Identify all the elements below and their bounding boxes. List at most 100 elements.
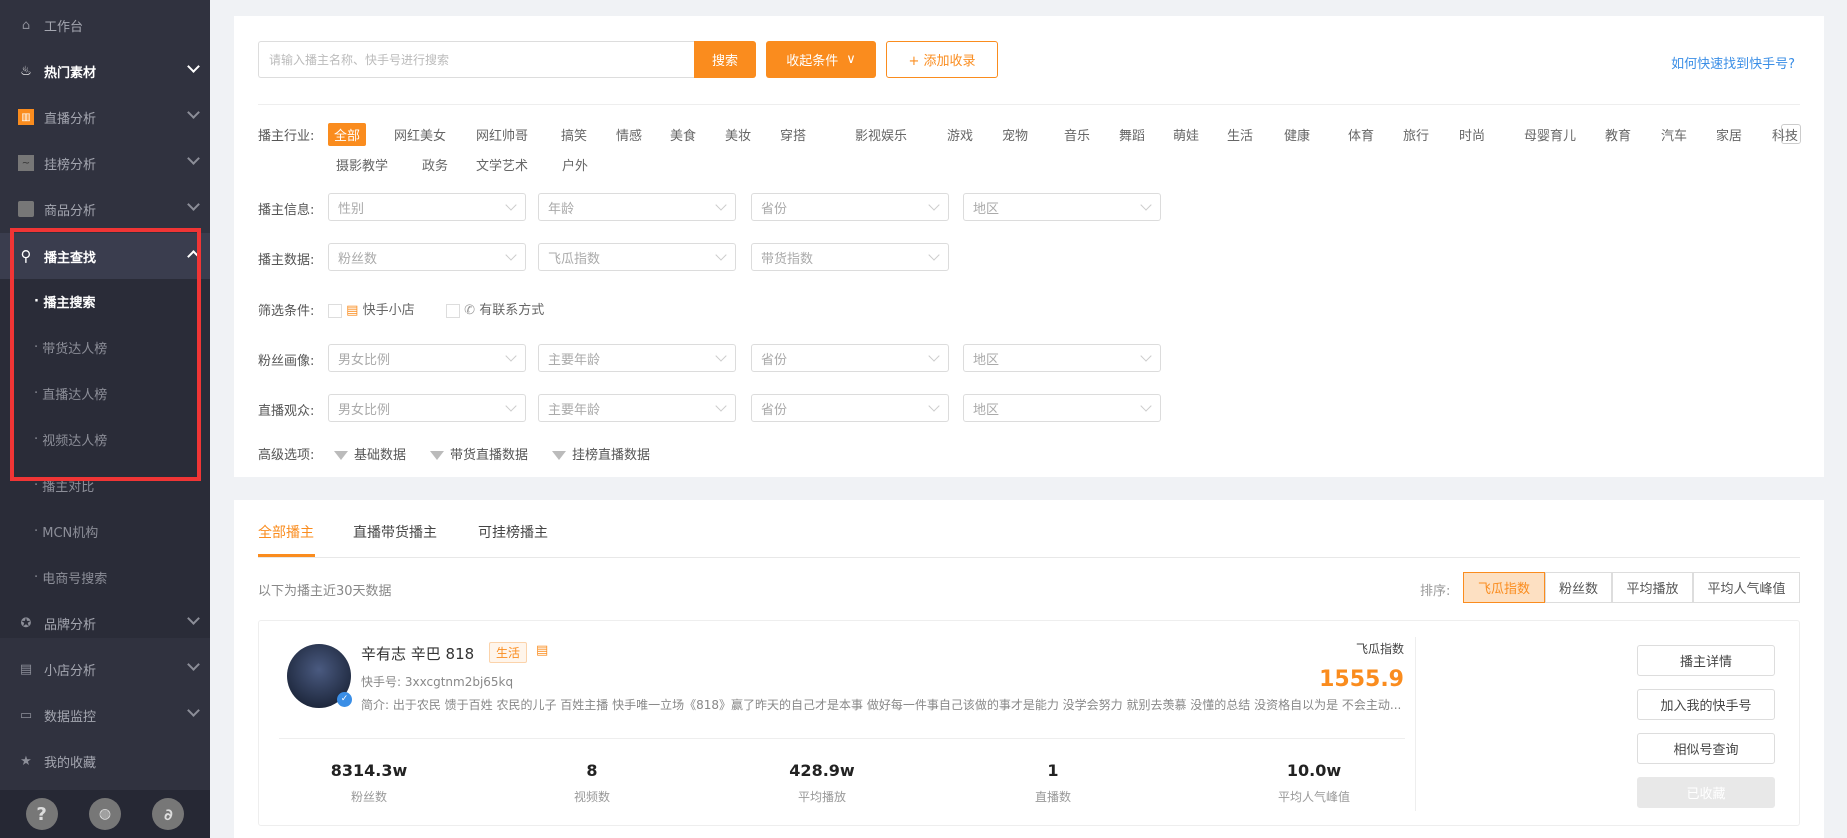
sidebar-item-shop[interactable]: ▤ 小店分析 — [0, 646, 210, 692]
industry-tag[interactable]: 穿搭 — [780, 125, 806, 144]
aud-select[interactable]: 主要年龄 — [538, 394, 736, 422]
monitor-icon: ▭ — [19, 707, 33, 723]
industry-tag[interactable]: 汽车 — [1661, 125, 1687, 144]
link-icon[interactable]: ∂ — [152, 798, 185, 830]
chevron-down-icon — [187, 152, 200, 165]
streamer-card: ✓ 辛有志 辛巴 818 生活 ▤ 快手号: 3xxcgtnm2bj65kq 简… — [258, 620, 1800, 826]
help-link[interactable]: 如何快速找到快手号? — [1671, 53, 1795, 72]
industry-tag[interactable]: 音乐 — [1064, 125, 1090, 144]
info-select[interactable]: 性别 — [328, 193, 526, 221]
sidebar-item-monitor[interactable]: ▭ 数据监控 — [0, 692, 210, 738]
data-label: 播主数据: — [258, 253, 315, 268]
fan-select[interactable]: 地区 — [963, 344, 1161, 372]
industry-tag[interactable]: 家居 — [1716, 125, 1742, 144]
tab-rank[interactable]: 可挂榜播主 — [478, 522, 548, 542]
fan-select[interactable]: 主要年龄 — [538, 344, 736, 372]
industry-tag[interactable]: 影视娱乐 — [855, 125, 907, 144]
industry-tag[interactable]: 户外 — [562, 155, 588, 174]
info-select[interactable]: 省份 — [751, 193, 949, 221]
fan-select[interactable]: 省份 — [751, 344, 949, 372]
tab-all[interactable]: 全部播主 — [258, 522, 314, 542]
favorited-button[interactable]: 已收藏 — [1637, 777, 1775, 808]
industry-tag[interactable]: 搞笑 — [561, 125, 587, 144]
sidebar-subitem[interactable]: · 电商号搜索 — [0, 554, 210, 600]
checkbox[interactable] — [446, 303, 460, 318]
shop-icon: ▤ — [346, 303, 359, 318]
filter-shop[interactable]: ▤ 快手小店 — [328, 299, 415, 318]
industry-tag[interactable]: 美妆 — [725, 125, 751, 144]
info-label: 播主信息: — [258, 203, 315, 218]
adv-basic[interactable]: 基础数据 — [334, 444, 406, 463]
streamer-name[interactable]: 辛有志 辛巴 818 — [361, 643, 474, 664]
industry-tag[interactable]: 舞蹈 — [1119, 125, 1145, 144]
shop-icon: ▤ — [536, 643, 549, 658]
search-input[interactable]: 请输入播主名称、快手号进行搜索 — [258, 41, 694, 78]
industry-tag[interactable]: 摄影教学 — [336, 155, 388, 174]
sort-peak[interactable]: 平均人气峰值 — [1693, 572, 1800, 603]
industry-tag[interactable]: 网红帅哥 — [476, 125, 528, 144]
aud-select[interactable]: 地区 — [963, 394, 1161, 422]
industry-tag[interactable]: 旅行 — [1403, 125, 1429, 144]
aud-select[interactable]: 省份 — [751, 394, 949, 422]
sidebar-subitem[interactable]: · MCN机构 — [0, 508, 210, 554]
industry-tag[interactable]: 时尚 — [1459, 125, 1485, 144]
funnel-icon — [334, 451, 348, 460]
industry-tag[interactable]: 母婴育儿 — [1524, 125, 1576, 144]
sidebar-item-rank-analysis[interactable]: ~ 挂榜分析 — [0, 140, 210, 186]
industry-tag[interactable]: 生活 — [1227, 125, 1253, 144]
adv-rank[interactable]: 挂榜直播数据 — [552, 444, 650, 463]
search-button[interactable]: 搜索 — [694, 41, 756, 78]
adv-label: 高级选项: — [258, 448, 315, 463]
add-record-button[interactable]: + 添加收录 — [886, 41, 998, 78]
data-select[interactable]: 飞瓜指数 — [538, 243, 736, 271]
industry-tag[interactable]: 情感 — [616, 125, 642, 144]
help-icon[interactable]: ? — [25, 798, 58, 830]
streamer-intro: 简介: 出于农民 馈于百姓 农民的儿子 百姓主播 快手唯一立场《818》赢了昨天… — [361, 698, 1402, 712]
sort-feigua[interactable]: 飞瓜指数 — [1463, 572, 1545, 603]
adv-sales[interactable]: 带货直播数据 — [430, 444, 528, 463]
sidebar-item-live-analysis[interactable]: ▥ 直播分析 — [0, 94, 210, 140]
industry-tag[interactable]: 文学艺术 — [476, 155, 528, 174]
sort-fans[interactable]: 粉丝数 — [1545, 572, 1612, 603]
data-select[interactable]: 带货指数 — [751, 243, 949, 271]
collapse-button[interactable]: 收起条件 ∨ — [766, 41, 876, 78]
info-select[interactable]: 年龄 — [538, 193, 736, 221]
sidebar-item-favorites[interactable]: ★ 我的收藏 — [0, 738, 210, 784]
sidebar-footer: ? ◍ ∂ — [0, 790, 210, 838]
highlight-box — [10, 228, 201, 481]
aud-select[interactable]: 男女比例 — [328, 394, 526, 422]
detail-button[interactable]: 播主详情 — [1637, 645, 1775, 676]
chevron-down-icon — [187, 612, 200, 625]
sidebar-item-brand[interactable]: ✪ 品牌分析 — [0, 600, 210, 646]
industry-tag[interactable]: 政务 — [422, 155, 448, 174]
sidebar-item-workbench[interactable]: ⌂ 工作台 — [0, 2, 210, 48]
wechat-icon[interactable]: ◍ — [88, 798, 121, 830]
industry-tag[interactable]: 宠物 — [1002, 125, 1028, 144]
expand-industries-button[interactable]: ∨ — [1781, 124, 1801, 144]
data-select[interactable]: 粉丝数 — [328, 243, 526, 271]
similar-search-button[interactable]: 相似号查询 — [1637, 733, 1775, 764]
industry-tag[interactable]: 网红美女 — [394, 125, 446, 144]
industry-tag[interactable]: 体育 — [1348, 125, 1374, 144]
aud-label: 直播观众: — [258, 404, 315, 419]
industry-tag[interactable]: 萌娃 — [1173, 125, 1199, 144]
industry-tag[interactable]: 全部 — [328, 123, 367, 146]
fan-select[interactable]: 男女比例 — [328, 344, 526, 372]
industry-tag[interactable]: 教育 — [1605, 125, 1631, 144]
sidebar-item-hot-material[interactable]: ♨ 热门素材 — [0, 48, 210, 94]
sidebar-item-goods-analysis[interactable]: 商品分析 — [0, 186, 210, 232]
sort-avg-play[interactable]: 平均播放 — [1612, 572, 1693, 603]
add-my-account-button[interactable]: 加入我的快手号 — [1637, 689, 1775, 720]
industry-tag[interactable]: 美食 — [670, 125, 696, 144]
industry-label: 播主行业: — [258, 129, 315, 144]
tab-live-sales[interactable]: 直播带货播主 — [353, 522, 437, 542]
industry-tag[interactable]: 游戏 — [947, 125, 973, 144]
industry-tag[interactable]: 健康 — [1284, 125, 1310, 144]
verified-icon: ✓ — [337, 692, 352, 707]
filter-contact[interactable]: ✆ 有联系方式 — [446, 299, 544, 318]
bar-chart-icon: ▥ — [18, 109, 34, 125]
phone-icon: ✆ — [464, 303, 476, 318]
info-select[interactable]: 地区 — [963, 193, 1161, 221]
checkbox[interactable] — [328, 303, 342, 318]
fire-icon: ♨ — [20, 63, 32, 79]
